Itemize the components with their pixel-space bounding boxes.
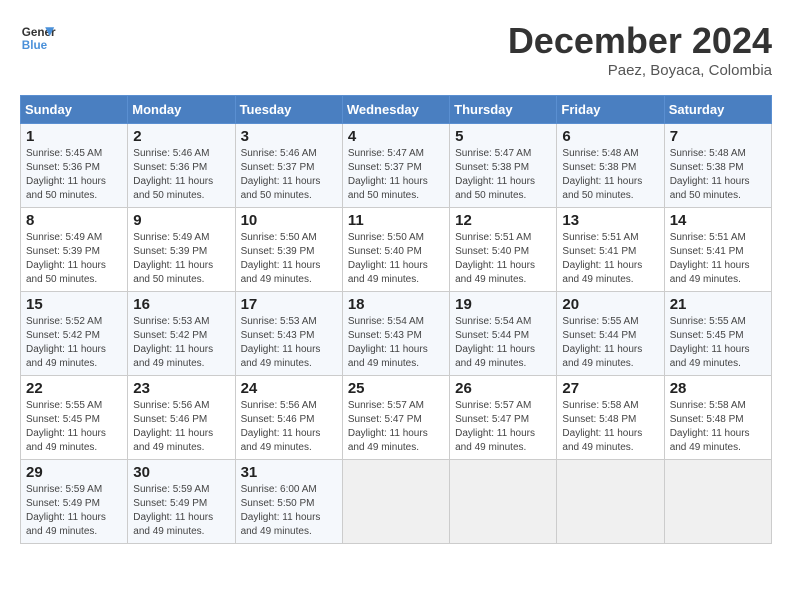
table-row <box>342 460 449 544</box>
table-row: 17Sunrise: 5:53 AMSunset: 5:43 PMDayligh… <box>235 292 342 376</box>
table-row: 22Sunrise: 5:55 AMSunset: 5:45 PMDayligh… <box>21 376 128 460</box>
table-row: 10Sunrise: 5:50 AMSunset: 5:39 PMDayligh… <box>235 208 342 292</box>
table-row: 5Sunrise: 5:47 AMSunset: 5:38 PMDaylight… <box>450 124 557 208</box>
table-row: 3Sunrise: 5:46 AMSunset: 5:37 PMDaylight… <box>235 124 342 208</box>
location-subtitle: Paez, Boyaca, Colombia <box>508 62 772 79</box>
logo-icon: General Blue <box>20 20 56 56</box>
table-row: 20Sunrise: 5:55 AMSunset: 5:44 PMDayligh… <box>557 292 664 376</box>
calendar-week-1: 1Sunrise: 5:45 AMSunset: 5:36 PMDaylight… <box>21 124 772 208</box>
col-sunday: Sunday <box>21 96 128 124</box>
col-saturday: Saturday <box>664 96 771 124</box>
col-friday: Friday <box>557 96 664 124</box>
table-row: 1Sunrise: 5:45 AMSunset: 5:36 PMDaylight… <box>21 124 128 208</box>
table-row: 26Sunrise: 5:57 AMSunset: 5:47 PMDayligh… <box>450 376 557 460</box>
table-row: 8Sunrise: 5:49 AMSunset: 5:39 PMDaylight… <box>21 208 128 292</box>
calendar-week-3: 15Sunrise: 5:52 AMSunset: 5:42 PMDayligh… <box>21 292 772 376</box>
table-row: 29Sunrise: 5:59 AMSunset: 5:49 PMDayligh… <box>21 460 128 544</box>
table-row: 25Sunrise: 5:57 AMSunset: 5:47 PMDayligh… <box>342 376 449 460</box>
calendar-week-2: 8Sunrise: 5:49 AMSunset: 5:39 PMDaylight… <box>21 208 772 292</box>
table-row: 21Sunrise: 5:55 AMSunset: 5:45 PMDayligh… <box>664 292 771 376</box>
table-row: 24Sunrise: 5:56 AMSunset: 5:46 PMDayligh… <box>235 376 342 460</box>
title-block: December 2024 Paez, Boyaca, Colombia <box>508 20 772 79</box>
table-row: 30Sunrise: 5:59 AMSunset: 5:49 PMDayligh… <box>128 460 235 544</box>
calendar-week-5: 29Sunrise: 5:59 AMSunset: 5:49 PMDayligh… <box>21 460 772 544</box>
logo: General Blue <box>20 20 56 56</box>
table-row: 27Sunrise: 5:58 AMSunset: 5:48 PMDayligh… <box>557 376 664 460</box>
table-row: 31Sunrise: 6:00 AMSunset: 5:50 PMDayligh… <box>235 460 342 544</box>
svg-text:Blue: Blue <box>22 39 48 52</box>
table-row: 11Sunrise: 5:50 AMSunset: 5:40 PMDayligh… <box>342 208 449 292</box>
col-wednesday: Wednesday <box>342 96 449 124</box>
table-row: 7Sunrise: 5:48 AMSunset: 5:38 PMDaylight… <box>664 124 771 208</box>
table-row: 2Sunrise: 5:46 AMSunset: 5:36 PMDaylight… <box>128 124 235 208</box>
table-row: 28Sunrise: 5:58 AMSunset: 5:48 PMDayligh… <box>664 376 771 460</box>
col-thursday: Thursday <box>450 96 557 124</box>
table-row: 12Sunrise: 5:51 AMSunset: 5:40 PMDayligh… <box>450 208 557 292</box>
table-row: 16Sunrise: 5:53 AMSunset: 5:42 PMDayligh… <box>128 292 235 376</box>
table-row <box>557 460 664 544</box>
col-tuesday: Tuesday <box>235 96 342 124</box>
table-row: 23Sunrise: 5:56 AMSunset: 5:46 PMDayligh… <box>128 376 235 460</box>
page-header: General Blue December 2024 Paez, Boyaca,… <box>20 20 772 79</box>
calendar-table: Sunday Monday Tuesday Wednesday Thursday… <box>20 95 772 544</box>
calendar-week-4: 22Sunrise: 5:55 AMSunset: 5:45 PMDayligh… <box>21 376 772 460</box>
table-row: 15Sunrise: 5:52 AMSunset: 5:42 PMDayligh… <box>21 292 128 376</box>
table-row <box>450 460 557 544</box>
calendar-header-row: Sunday Monday Tuesday Wednesday Thursday… <box>21 96 772 124</box>
table-row: 14Sunrise: 5:51 AMSunset: 5:41 PMDayligh… <box>664 208 771 292</box>
table-row: 9Sunrise: 5:49 AMSunset: 5:39 PMDaylight… <box>128 208 235 292</box>
month-title: December 2024 <box>508 20 772 62</box>
table-row: 19Sunrise: 5:54 AMSunset: 5:44 PMDayligh… <box>450 292 557 376</box>
table-row: 13Sunrise: 5:51 AMSunset: 5:41 PMDayligh… <box>557 208 664 292</box>
table-row: 4Sunrise: 5:47 AMSunset: 5:37 PMDaylight… <box>342 124 449 208</box>
table-row: 18Sunrise: 5:54 AMSunset: 5:43 PMDayligh… <box>342 292 449 376</box>
table-row: 6Sunrise: 5:48 AMSunset: 5:38 PMDaylight… <box>557 124 664 208</box>
col-monday: Monday <box>128 96 235 124</box>
table-row <box>664 460 771 544</box>
